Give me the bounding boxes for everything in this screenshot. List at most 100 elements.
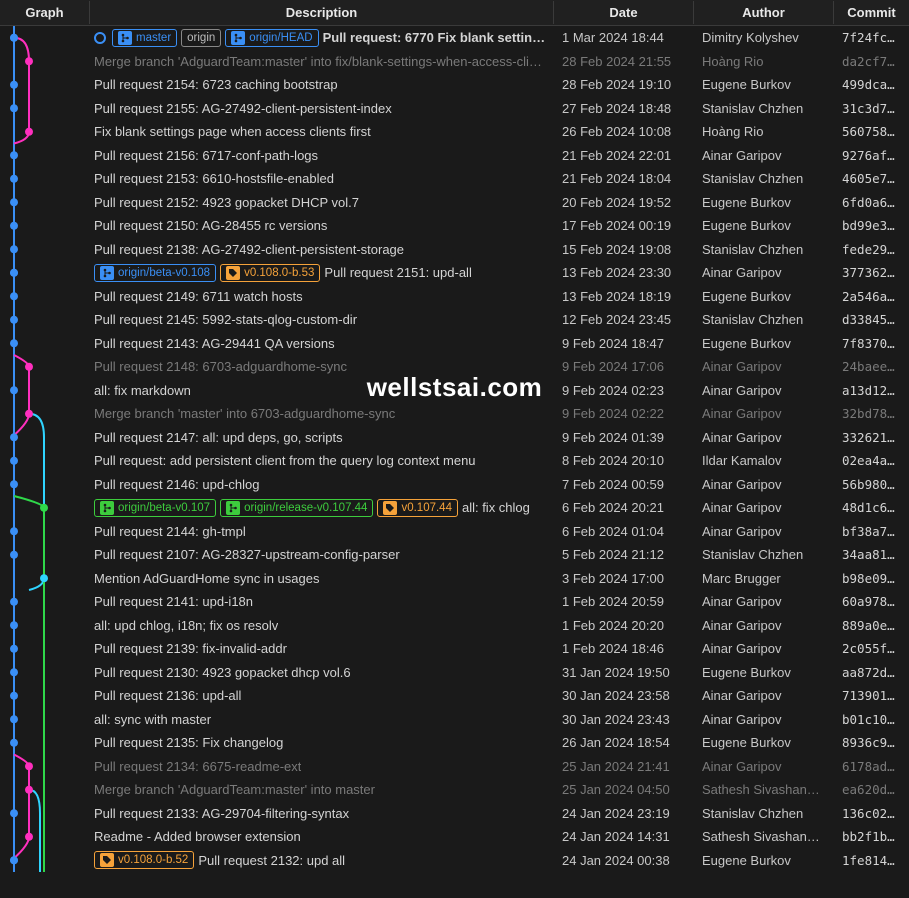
date-cell: 13 Feb 2024 18:19: [554, 289, 694, 304]
date-cell: 28 Feb 2024 21:55: [554, 54, 694, 69]
date-cell: 6 Feb 2024 20:21: [554, 500, 694, 515]
author-cell: Eugene Burkov: [694, 77, 834, 92]
commit-row[interactable]: Pull request 2144: gh-tmpl6 Feb 2024 01:…: [0, 520, 909, 544]
author-cell: Ildar Kamalov: [694, 453, 834, 468]
commit-row[interactable]: Pull request 2139: fix-invalid-addr1 Feb…: [0, 637, 909, 661]
commit-row[interactable]: Pull request 2148: 6703-adguardhome-sync…: [0, 355, 909, 379]
author-cell: Ainar Garipov: [694, 641, 834, 656]
commit-row[interactable]: Pull request 2154: 6723 caching bootstra…: [0, 73, 909, 97]
commit-row[interactable]: Pull request 2135: Fix changelog26 Jan 2…: [0, 731, 909, 755]
commit-row[interactable]: Pull request 2153: 6610-hostsfile-enable…: [0, 167, 909, 191]
commit-row[interactable]: all: upd chlog, i18n; fix os resolv1 Feb…: [0, 614, 909, 638]
commit-row[interactable]: origin/beta-v0.108v0.108.0-b.53Pull requ…: [0, 261, 909, 285]
commit-hash-cell: 32bd7834: [834, 406, 909, 421]
commit-message: Pull request 2154: 6723 caching bootstra…: [94, 77, 338, 92]
tag-badge[interactable]: v0.108.0-b.53: [220, 264, 320, 282]
branch-badge[interactable]: origin/HEAD: [225, 29, 318, 47]
commit-row[interactable]: Pull request 2146: upd-chlog7 Feb 2024 0…: [0, 473, 909, 497]
commit-hash-cell: 7f24fc7c: [834, 30, 909, 45]
author-cell: Stanislav Chzhen: [694, 242, 834, 257]
description-cell: Pull request 2141: upd-i18n: [90, 594, 554, 609]
commit-message: Pull request 2107: AG-28327-upstream-con…: [94, 547, 400, 562]
branch-badge[interactable]: origin/beta-v0.108: [94, 264, 216, 282]
commit-row[interactable]: Pull request 2156: 6717-conf-path-logs21…: [0, 144, 909, 168]
commit-row[interactable]: Readme - Added browser extension24 Jan 2…: [0, 825, 909, 849]
commit-row[interactable]: Pull request: add persistent client from…: [0, 449, 909, 473]
commit-message: Pull request 2141: upd-i18n: [94, 594, 253, 609]
commit-row[interactable]: Pull request 2134: 6675-readme-ext25 Jan…: [0, 755, 909, 779]
badge-label: v0.108.0-b.52: [118, 854, 188, 866]
description-cell: Pull request 2130: 4923 gopacket dhcp vo…: [90, 665, 554, 680]
commit-hash-cell: da2cf754: [834, 54, 909, 69]
tag-badge[interactable]: v0.108.0-b.52: [94, 851, 194, 869]
description-cell: Pull request 2149: 6711 watch hosts: [90, 289, 554, 304]
author-cell: Stanislav Chzhen: [694, 547, 834, 562]
description-cell: all: upd chlog, i18n; fix os resolv: [90, 618, 554, 633]
commit-row[interactable]: Pull request 2147: all: upd deps, go, sc…: [0, 426, 909, 450]
commit-message: Pull request 2133: AG-29704-filtering-sy…: [94, 806, 349, 821]
description-cell: all: sync with master: [90, 712, 554, 727]
author-cell: Ainar Garipov: [694, 148, 834, 163]
commit-row[interactable]: masteroriginorigin/HEAD Pull request: 677…: [0, 26, 909, 50]
commit-hash-cell: 4605e7c9: [834, 171, 909, 186]
commit-row[interactable]: Merge branch 'master' into 6703-adguardh…: [0, 402, 909, 426]
commit-row[interactable]: all: sync with master30 Jan 2024 23:43Ai…: [0, 708, 909, 732]
commit-row[interactable]: Pull request 2150: AG-28455 rc versions1…: [0, 214, 909, 238]
header-date[interactable]: Date: [554, 1, 694, 24]
header-author[interactable]: Author: [694, 1, 834, 24]
branch-badge[interactable]: origin/release-v0.107.44: [220, 499, 373, 517]
commit-message: Pull request 2143: AG-29441 QA versions: [94, 336, 335, 351]
commit-row[interactable]: origin/beta-v0.107 origin/release-v0.107.…: [0, 496, 909, 520]
author-cell: Ainar Garipov: [694, 594, 834, 609]
header-commit[interactable]: Commit: [834, 1, 909, 24]
author-cell: Dimitry Kolyshev: [694, 30, 834, 45]
commit-hash-cell: bb2f1b4e: [834, 829, 909, 844]
commit-hash-cell: 31c3d7d3: [834, 101, 909, 116]
commit-message: Pull request: 6770 Fix blank settings …: [323, 30, 546, 45]
date-cell: 9 Feb 2024 17:06: [554, 359, 694, 374]
commit-row[interactable]: Pull request 2145: 5992-stats-qlog-custo…: [0, 308, 909, 332]
commit-row[interactable]: Merge branch 'AdguardTeam:master' into f…: [0, 50, 909, 74]
commit-row[interactable]: Pull request 2149: 6711 watch hosts13 Fe…: [0, 285, 909, 309]
description-cell: Pull request 2146: upd-chlog: [90, 477, 554, 492]
commit-message: Readme - Added browser extension: [94, 829, 301, 844]
commit-hash-cell: 889a0eb8: [834, 618, 909, 633]
commit-hash-cell: 6fd0a624: [834, 195, 909, 210]
commit-row[interactable]: Pull request 2133: AG-29704-filtering-sy…: [0, 802, 909, 826]
commit-row[interactable]: Mention AdGuardHome sync in usages3 Feb …: [0, 567, 909, 591]
author-cell: Ainar Garipov: [694, 759, 834, 774]
commit-message: Pull request 2153: 6610-hostsfile-enable…: [94, 171, 334, 186]
commit-row[interactable]: v0.108.0-b.52Pull request 2132: upd all2…: [0, 849, 909, 873]
commit-row[interactable]: Pull request 2130: 4923 gopacket dhcp vo…: [0, 661, 909, 685]
branch-badge[interactable]: master: [112, 29, 177, 47]
branch-icon: [100, 501, 114, 515]
commit-message: Pull request 2146: upd-chlog: [94, 477, 260, 492]
date-cell: 5 Feb 2024 21:12: [554, 547, 694, 562]
author-cell: Sathesh Sivashanm…: [694, 782, 834, 797]
date-cell: 1 Feb 2024 18:46: [554, 641, 694, 656]
header-graph[interactable]: Graph: [0, 1, 90, 24]
commit-row[interactable]: Pull request 2141: upd-i18n1 Feb 2024 20…: [0, 590, 909, 614]
commit-row[interactable]: Fix blank settings page when access clie…: [0, 120, 909, 144]
commit-hash-cell: 7f837074: [834, 336, 909, 351]
badge-label: origin/beta-v0.107: [118, 502, 210, 514]
branch-badge[interactable]: origin: [181, 29, 221, 47]
commit-hash-cell: bd99e3e0: [834, 218, 909, 233]
date-cell: 28 Feb 2024 19:10: [554, 77, 694, 92]
commit-row[interactable]: Pull request 2155: AG-27492-client-persi…: [0, 97, 909, 121]
commit-row[interactable]: Pull request 2107: AG-28327-upstream-con…: [0, 543, 909, 567]
header-description[interactable]: Description: [90, 1, 554, 24]
commit-hash-cell: a13d1203: [834, 383, 909, 398]
tag-badge[interactable]: v0.107.44: [377, 499, 458, 517]
commit-message: Pull request 2144: gh-tmpl: [94, 524, 246, 539]
commit-row[interactable]: all: fix markdown9 Feb 2024 02:23Ainar G…: [0, 379, 909, 403]
commit-row[interactable]: Pull request 2138: AG-27492-client-persi…: [0, 238, 909, 262]
commit-row[interactable]: Merge branch 'AdguardTeam:master' into m…: [0, 778, 909, 802]
author-cell: Stanislav Chzhen: [694, 171, 834, 186]
commit-message: Pull request 2152: 4923 gopacket DHCP vo…: [94, 195, 359, 210]
badge-label: v0.107.44: [401, 502, 452, 514]
commit-row[interactable]: Pull request 2143: AG-29441 QA versions9…: [0, 332, 909, 356]
branch-badge[interactable]: origin/beta-v0.107: [94, 499, 216, 517]
commit-row[interactable]: Pull request 2136: upd-all30 Jan 2024 23…: [0, 684, 909, 708]
commit-row[interactable]: Pull request 2152: 4923 gopacket DHCP vo…: [0, 191, 909, 215]
